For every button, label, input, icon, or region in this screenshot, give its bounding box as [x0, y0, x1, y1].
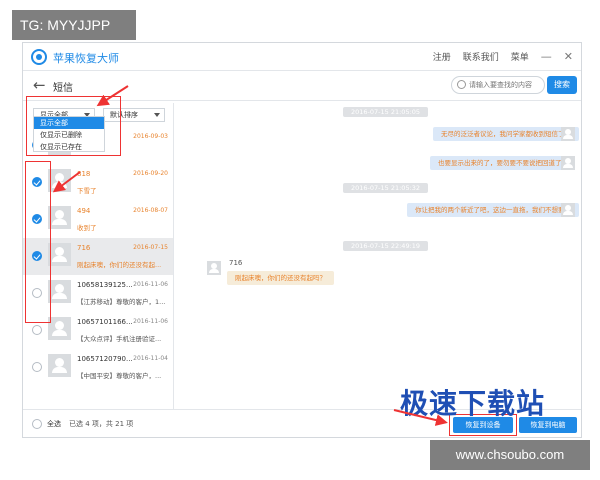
search-icon: [457, 80, 466, 89]
conversation-date: 2016-09-03: [133, 133, 168, 140]
conversation-name: 10658139125...: [77, 281, 133, 289]
conversation-preview: 收到了: [77, 224, 97, 232]
conversation-date: 2016-07-15: [133, 244, 168, 251]
person-icon: [209, 263, 219, 273]
chat-panel: 2016-07-15 21:05:05 无尽的泛泛者议论，我问学家都收到短信了？…: [175, 103, 581, 409]
app-logo-icon: [31, 49, 47, 65]
received-message: 刚起床噢，你们的还没有起吗？: [227, 271, 334, 285]
app-title: 苹果恢复大师: [53, 52, 119, 65]
page-title: 短信: [53, 83, 73, 94]
conversation-date: 2016-11-06: [133, 281, 168, 288]
conversation-name: 818: [77, 170, 91, 178]
conversation-date: 2016-11-06: [133, 318, 168, 325]
conversation-preview: 【大众点评】手机注册验证...: [77, 335, 162, 343]
watermark-url: www.chsoubo.com: [430, 440, 590, 470]
sent-message: 你让把我的两个新近了吧，这边一直拖，我们不想要了: [407, 203, 579, 217]
conversation-name: 10657101166...: [77, 318, 133, 326]
conversation-name: 716: [77, 244, 91, 252]
search-box: [451, 76, 545, 94]
selected-count: 已选 4 项，共 21 项: [69, 420, 134, 428]
tg-overlay-label: TG: MYYJJPP: [12, 10, 136, 40]
avatar: [48, 169, 71, 192]
conversation-date: 2016-08-07: [133, 207, 168, 214]
conversation-preview: 【中国平安】尊敬的客户，...: [77, 372, 162, 380]
person-icon: [52, 358, 67, 373]
chevron-down-icon: [154, 113, 160, 117]
conversation-name: 10657120790...: [77, 355, 133, 363]
person-icon: [52, 321, 67, 336]
avatar: [48, 206, 71, 229]
chat-timestamp: 2016-07-15 22:49:19: [343, 241, 429, 251]
avatar: [48, 243, 71, 266]
avatar: [561, 156, 575, 170]
conversation-preview: 刚起床噢，你们的还没有起...: [77, 261, 162, 269]
select-all-label[interactable]: 全选: [47, 419, 61, 429]
person-icon: [52, 173, 67, 188]
chat-timestamp: 2016-07-15 21:05:05: [343, 107, 429, 117]
menu-main[interactable]: 菜单: [511, 50, 529, 63]
sender-name: 716: [229, 259, 243, 267]
conversation-name: 494: [77, 207, 91, 215]
annotation-box-checkboxes: [25, 161, 51, 323]
conversation-preview: 下雪了: [77, 187, 97, 195]
avatar: [48, 317, 71, 340]
conversation-preview: 【江苏移动】尊敬的客户，1...: [77, 298, 166, 306]
person-icon: [52, 247, 67, 262]
avatar: [561, 127, 575, 141]
list-item[interactable]: 10657120790... 2016-11-04 【中国平安】尊敬的客户，...: [23, 349, 173, 386]
menu-contact[interactable]: 联系我们: [463, 50, 499, 63]
conversation-date: 2016-09-20: [133, 170, 168, 177]
sent-message: 无尽的泛泛者议论，我问学家都收到短信了？: [433, 127, 579, 141]
app-window: 苹果恢复大师 注册 联系我们 菜单 — ✕ ← 短信 搜索 显示全部 默认排序: [22, 42, 582, 438]
item-checkbox[interactable]: [32, 325, 42, 335]
person-icon: [52, 210, 67, 225]
search-button[interactable]: 搜索: [547, 76, 577, 94]
person-icon: [563, 158, 573, 168]
menu-register[interactable]: 注册: [433, 50, 451, 63]
minimize-icon[interactable]: —: [541, 50, 552, 63]
avatar: [207, 261, 221, 275]
close-icon[interactable]: ✕: [564, 50, 573, 63]
person-icon: [563, 129, 573, 139]
title-bar: 苹果恢复大师 注册 联系我们 菜单 — ✕: [23, 43, 581, 71]
avatar: [48, 354, 71, 377]
item-checkbox[interactable]: [32, 362, 42, 372]
annotation-box-dropdown: [26, 96, 121, 156]
watermark-text: 极速下载站: [400, 387, 546, 420]
chat-timestamp: 2016-07-15 21:05:32: [343, 183, 429, 193]
avatar: [561, 203, 575, 217]
conversation-date: 2016-11-04: [133, 355, 168, 362]
search-input[interactable]: [469, 79, 543, 91]
back-arrow-icon[interactable]: ←: [33, 76, 46, 94]
avatar: [48, 280, 71, 303]
person-icon: [52, 284, 67, 299]
person-icon: [563, 205, 573, 215]
select-all-radio[interactable]: [32, 419, 42, 429]
top-menu: 注册 联系我们 菜单 — ✕: [433, 50, 573, 63]
sent-message: 也要显示出来的了，要勿要不要说把回道了: [430, 156, 570, 170]
